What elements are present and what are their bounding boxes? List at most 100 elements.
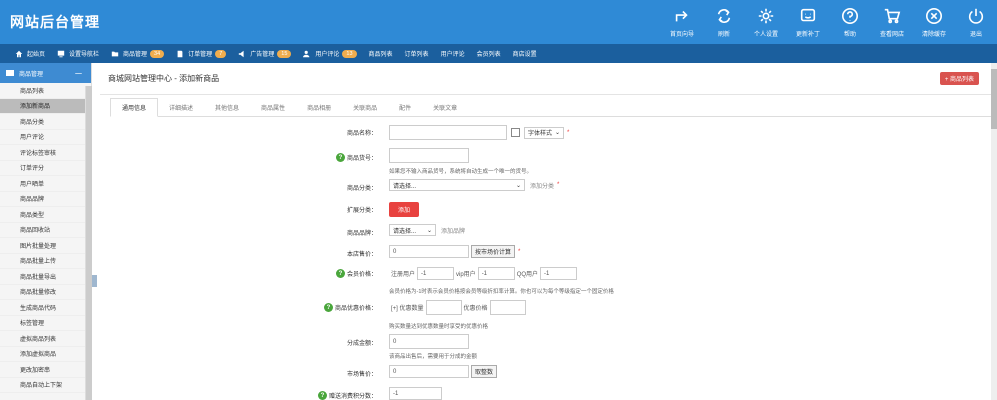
toolbar: 首页向导 刷新 个人设置 更新补丁 帮助 查看网店 清除缓存 退出 [661, 0, 997, 44]
label-share: 分成金额： [346, 341, 377, 347]
tool-update[interactable]: 更新补丁 [787, 0, 829, 44]
tool-clear-cache[interactable]: 清除缓存 [913, 0, 955, 44]
goods-sn-input[interactable] [389, 148, 469, 163]
sidebar-item[interactable]: 用户评论 [0, 130, 91, 145]
member-price-input[interactable]: -1 [477, 267, 515, 280]
tool-help[interactable]: 帮助 [829, 0, 871, 44]
sidebar: 商品管理－ 商品列表 添加新商品 商品分类 用户评论 评论标签审核 订单评分 用户晒单 商品品… [0, 63, 92, 400]
brand-row: 请选择... ⌄ 添加品牌 [389, 224, 465, 236]
market-price-input[interactable]: 0 [389, 365, 469, 378]
share-amount-input[interactable]: 0 [389, 334, 469, 349]
nav-badge: 15 [277, 49, 292, 58]
folder-icon [6, 70, 14, 76]
goods-name-input[interactable] [389, 125, 507, 140]
label-member-price: ? 会员价格： [335, 269, 377, 278]
tool-refresh[interactable]: 刷新 [703, 0, 745, 44]
sidebar-item[interactable]: 标签管理 [0, 316, 91, 331]
scrollbar-thumb[interactable] [991, 69, 997, 129]
folder-icon [111, 51, 119, 56]
sidebar-item[interactable]: 添加新商品 [0, 98, 91, 114]
promo-hint: 购买数量达到优惠数量时享受的优惠价格 [389, 324, 489, 330]
top-header: 网站后台管理 首页向导 刷新 个人设置 更新补丁 帮助 查看网店 清除缓存 退出 [0, 0, 997, 44]
nav-goods-list[interactable]: 商品列表 [369, 49, 393, 58]
power-icon [968, 8, 984, 24]
sidebar-item[interactable]: 评论标签审核 [0, 145, 91, 161]
goods-list-button[interactable]: + 商品列表 [939, 72, 979, 85]
sidebar-item[interactable]: 商品回收站 [0, 223, 91, 238]
tab-other[interactable]: 其他信息 [204, 98, 250, 116]
nav-order-list[interactable]: 订单列表 [405, 49, 429, 58]
collapse-icon[interactable]: － [74, 67, 83, 80]
nav-ads[interactable]: 广告管理 15 [238, 49, 292, 58]
sidebar-item[interactable]: 商品类型 [0, 207, 91, 223]
clear-icon [925, 7, 943, 24]
sidebar-item[interactable]: 商品批量上传 [0, 254, 91, 269]
help-icon: ? [335, 153, 345, 162]
add-category-link[interactable]: 添加分类 [530, 181, 554, 190]
sidebar-item[interactable]: 商品品牌 [0, 192, 91, 207]
promo-price-input[interactable] [489, 300, 526, 315]
member-price-input[interactable]: -1 [417, 267, 455, 280]
points-input[interactable]: -1 [389, 387, 442, 400]
sidebar-item[interactable]: 用户晒单 [0, 176, 91, 192]
category-select[interactable]: 请选择... ⌄ [389, 179, 525, 191]
tab-description[interactable]: 详细描述 [158, 98, 204, 116]
nav-goods[interactable]: 商品管理 34 [111, 49, 165, 58]
tool-logout[interactable]: 退出 [955, 0, 997, 44]
tab-gallery[interactable]: 商品相册 [296, 98, 342, 116]
tool-shop[interactable]: 查看网店 [871, 0, 913, 44]
sidebar-item[interactable]: 图片批量处理 [0, 238, 91, 254]
sidebar-item[interactable]: 添加虚拟商品 [0, 347, 91, 362]
nav-comments[interactable]: 用户评论 13 [303, 49, 357, 58]
font-style-select[interactable]: 字体样式 ⌄ [524, 126, 564, 139]
goods-form: 商品名称： 字体样式 ⌄ * ? 商品货号： 如果您不输入商品货号，系统将自动生成一… [100, 123, 997, 400]
nav-setup[interactable]: 设置导航栏 [57, 49, 99, 58]
label-points: ? 赠送消费积分数： [317, 391, 377, 400]
tab-attributes[interactable]: 商品属性 [250, 98, 296, 116]
monitor-icon [57, 50, 65, 57]
help-icon [841, 7, 859, 24]
sidebar-item[interactable]: 虚拟商品列表 [0, 331, 91, 347]
tab-accessories[interactable]: 配件 [388, 98, 422, 116]
points-row: -1 [389, 387, 442, 400]
sidebar-item[interactable]: 更改加密串 [0, 362, 91, 378]
tab-general[interactable]: 通用信息 [110, 98, 159, 117]
main-content: 商城网站管理中心 - 添加新商品 + 商品列表 通用信息 详细描述 其他信息 商… [100, 63, 997, 400]
nav-members[interactable]: 会员列表 [477, 49, 501, 58]
shop-price-input[interactable]: 0 [389, 245, 469, 258]
sidebar-item[interactable]: 商品批量导出 [0, 269, 91, 285]
speaker-icon [239, 50, 244, 57]
add-promo-link[interactable]: [+] 优惠数量 [391, 303, 424, 312]
share-hint: 该商品出售后，需要用于分成的金额 [389, 354, 478, 360]
sidebar-item[interactable]: 商品列表 [0, 83, 91, 99]
sidebar-scrollbar[interactable] [85, 86, 92, 400]
add-brand-link[interactable]: 添加品牌 [441, 226, 465, 235]
brand-select[interactable]: 请选择... ⌄ [389, 224, 436, 236]
round-integer-button[interactable]: 取整数 [471, 365, 498, 378]
promo-qty-input[interactable] [425, 300, 462, 315]
nav-user-comments[interactable]: 用户评论 [441, 49, 465, 58]
calc-market-price-button[interactable]: 按市场价计算 [471, 245, 516, 258]
tab-linked-goods[interactable]: 关联商品 [342, 98, 388, 116]
breadcrumb: 商城网站管理中心 - 添加新商品 [100, 63, 997, 95]
nav-orders[interactable]: 订单管理 7 [176, 49, 227, 58]
nav-shop-settings[interactable]: 商店设置 [513, 49, 537, 58]
nav-home[interactable]: 起始页 [15, 49, 45, 58]
add-ext-category-button[interactable]: 添加 [389, 202, 420, 217]
sidebar-item[interactable]: 商品批量修改 [0, 285, 91, 300]
sidebar-item[interactable]: 订单评分 [0, 161, 91, 176]
sidebar-item[interactable]: 商品分类 [0, 114, 91, 130]
tool-settings[interactable]: 个人设置 [745, 0, 787, 44]
home-icon [15, 50, 23, 57]
cart-icon [884, 8, 901, 23]
tab-articles[interactable]: 关联文章 [422, 98, 468, 116]
sidebar-toggle-handle[interactable] [92, 275, 97, 287]
sidebar-header[interactable]: 商品管理－ [0, 63, 91, 83]
sidebar-item[interactable]: 商品自动上下架 [0, 378, 91, 393]
nav-badge: 34 [150, 49, 165, 58]
ext-row: 添加 [389, 202, 420, 217]
color-picker-icon[interactable] [511, 128, 520, 137]
tool-guide[interactable]: 首页向导 [661, 0, 703, 44]
member-price-input[interactable]: -1 [540, 267, 578, 280]
sidebar-item[interactable]: 生成商品代码 [0, 300, 91, 316]
